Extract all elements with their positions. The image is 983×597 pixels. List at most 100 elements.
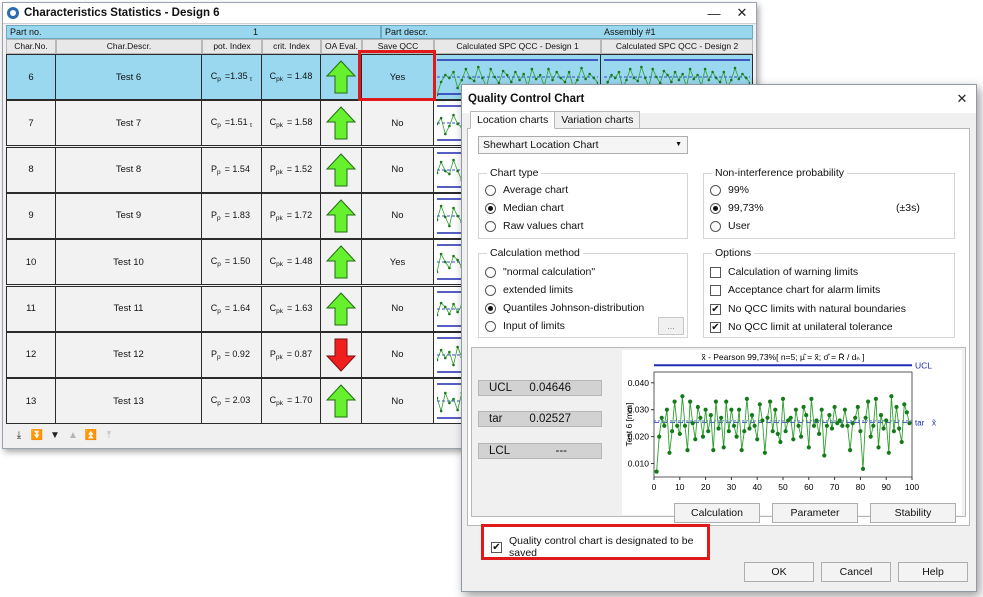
- crit-index: Cpk = 1.58: [270, 117, 313, 129]
- part-descr-value: Assembly #1: [604, 27, 656, 37]
- col-header-crit-index[interactable]: crit. Index: [262, 39, 321, 54]
- oa-eval-cell[interactable]: [321, 192, 362, 239]
- data-point: [700, 434, 706, 439]
- char-no-cell[interactable]: 12: [6, 331, 56, 378]
- pot-index-cell[interactable]: Cp = 1.50: [202, 239, 262, 286]
- col-header-spc-design-2[interactable]: Calculated SPC QCC - Design 2: [601, 39, 753, 54]
- char-descr-cell[interactable]: Test 7: [56, 100, 202, 147]
- char-descr-cell[interactable]: Test 8: [56, 146, 202, 193]
- check-unilateral-tolerance[interactable]: ✔ No QCC limit at unilateral tolerance: [710, 321, 893, 333]
- col-header-pot-index[interactable]: pot. Index: [202, 39, 262, 54]
- pot-index-cell[interactable]: Cp =1.51 τ: [202, 100, 262, 147]
- data-point: [662, 423, 667, 428]
- data-point: [788, 415, 793, 420]
- radio-99[interactable]: 99%: [710, 184, 749, 196]
- chart-select[interactable]: Shewhart Location Chart ▼: [478, 136, 688, 154]
- crit-index-cell[interactable]: Cpk = 1.63: [262, 285, 321, 332]
- oa-eval-cell[interactable]: [321, 54, 362, 100]
- save-qcc-cell[interactable]: No: [362, 378, 434, 425]
- app-icon: [7, 7, 19, 19]
- col-header-oa-eval[interactable]: OA Eval.: [321, 39, 362, 54]
- char-descr-cell[interactable]: Test 11: [56, 285, 202, 332]
- char-no-cell[interactable]: 10: [6, 239, 56, 286]
- pot-index-cell[interactable]: Pp = 0.92: [202, 331, 262, 378]
- check-acceptance-chart[interactable]: Acceptance chart for alarm limits: [710, 284, 880, 296]
- close-icon[interactable]: ✕: [728, 5, 756, 21]
- up-fast-icon[interactable]: ⏫: [83, 428, 99, 444]
- tar-box: tar 0.02527: [478, 411, 602, 427]
- up-icon[interactable]: ▲: [65, 428, 81, 444]
- save-qcc-cell[interactable]: Yes: [362, 239, 434, 286]
- down-icon[interactable]: ▼: [47, 428, 63, 444]
- save-qcc-cell[interactable]: No: [362, 100, 434, 147]
- data-point: [659, 415, 664, 420]
- oa-eval-cell[interactable]: [321, 100, 362, 147]
- oa-eval-cell[interactable]: [321, 378, 362, 425]
- char-no-cell[interactable]: 6: [6, 54, 56, 100]
- oa-eval-cell[interactable]: [321, 239, 362, 286]
- save-qcc-cell[interactable]: No: [362, 192, 434, 239]
- radio-median-chart[interactable]: Median chart: [485, 202, 564, 214]
- cancel-button[interactable]: Cancel: [821, 562, 891, 582]
- crit-index-cell[interactable]: Cpk = 1.48: [262, 54, 321, 100]
- radio-raw-values-chart[interactable]: Raw values chart: [485, 220, 584, 232]
- crit-index-cell[interactable]: Ppk = 0.87: [262, 331, 321, 378]
- crit-index-cell[interactable]: Cpk = 1.58: [262, 100, 321, 147]
- data-point: [703, 407, 708, 412]
- char-descr-cell[interactable]: Test 9: [56, 192, 202, 239]
- pot-index-cell[interactable]: Cp =1.35 τ: [202, 54, 262, 100]
- first-icon[interactable]: ⤓: [11, 428, 27, 444]
- help-button[interactable]: Help: [898, 562, 968, 582]
- pot-index-cell[interactable]: Cp = 1.64: [202, 285, 262, 332]
- dialog-close-icon[interactable]: ✕: [948, 91, 976, 107]
- save-qcc-cell[interactable]: No: [362, 331, 434, 378]
- crit-index-subscript: pk: [276, 400, 284, 408]
- radio-johnson-quantiles[interactable]: Quantiles Johnson-distribution: [485, 302, 644, 314]
- radio-average-chart[interactable]: Average chart: [485, 184, 568, 196]
- save-qcc-value: No: [391, 117, 404, 129]
- save-qcc-cell[interactable]: No: [362, 146, 434, 193]
- tab-location-charts[interactable]: Location charts: [470, 111, 556, 129]
- radio-input-limits[interactable]: Input of limits: [485, 320, 565, 332]
- radio-normal-calculation[interactable]: "normal calculation": [485, 266, 595, 278]
- char-no-cell[interactable]: 9: [6, 192, 56, 239]
- check-natural-boundaries[interactable]: ✔ No QCC limits with natural boundaries: [710, 303, 906, 315]
- crit-index-cell[interactable]: Cpk = 1.48: [262, 239, 321, 286]
- oa-eval-cell[interactable]: [321, 146, 362, 193]
- check-save-designation[interactable]: ✔ Quality control chart is designated to …: [491, 535, 707, 559]
- oa-eval-cell[interactable]: [321, 331, 362, 378]
- check-warning-limits[interactable]: Calculation of warning limits: [710, 266, 858, 278]
- crit-index-cell[interactable]: Ppk = 1.72: [262, 192, 321, 239]
- parameter-button[interactable]: Parameter: [772, 503, 858, 523]
- char-no-cell[interactable]: 7: [6, 100, 56, 147]
- pot-index-cell[interactable]: Pp = 1.54: [202, 146, 262, 193]
- char-descr-cell[interactable]: Test 10: [56, 239, 202, 286]
- save-qcc-cell[interactable]: No: [362, 285, 434, 332]
- char-no-cell[interactable]: 8: [6, 146, 56, 193]
- input-limits-more-button[interactable]: ...: [658, 317, 684, 335]
- calculation-button[interactable]: Calculation: [674, 503, 760, 523]
- stability-button[interactable]: Stability: [870, 503, 956, 523]
- char-no-cell[interactable]: 11: [6, 285, 56, 332]
- radio-99-73[interactable]: 99,73%: [710, 202, 764, 214]
- radio-extended-limits[interactable]: extended limits: [485, 284, 573, 296]
- down-fast-icon[interactable]: ⏬: [29, 428, 45, 444]
- top-icon[interactable]: ⤒: [101, 428, 117, 444]
- char-descr-cell[interactable]: Test 12: [56, 331, 202, 378]
- ucl-value: 0.04646: [529, 382, 571, 394]
- pot-index-cell[interactable]: Pp = 1.83: [202, 192, 262, 239]
- minimize-icon[interactable]: —: [700, 6, 728, 21]
- col-header-spc-design-1[interactable]: Calculated SPC QCC - Design 1: [434, 39, 601, 54]
- tab-variation-charts[interactable]: Variation charts: [554, 111, 641, 129]
- crit-index-cell[interactable]: Cpk = 1.70: [262, 378, 321, 425]
- pot-index-cell[interactable]: Cp = 2.03: [202, 378, 262, 425]
- ok-button[interactable]: OK: [744, 562, 814, 582]
- col-header-char-no[interactable]: Char.No.: [6, 39, 56, 54]
- col-header-char-descr[interactable]: Char.Descr.: [56, 39, 202, 54]
- char-descr-cell[interactable]: Test 13: [56, 378, 202, 425]
- char-no-cell[interactable]: 13: [6, 378, 56, 425]
- char-descr-cell[interactable]: Test 6: [56, 54, 202, 100]
- crit-index-cell[interactable]: Ppk = 1.52: [262, 146, 321, 193]
- radio-user[interactable]: User: [710, 220, 750, 232]
- oa-eval-cell[interactable]: [321, 285, 362, 332]
